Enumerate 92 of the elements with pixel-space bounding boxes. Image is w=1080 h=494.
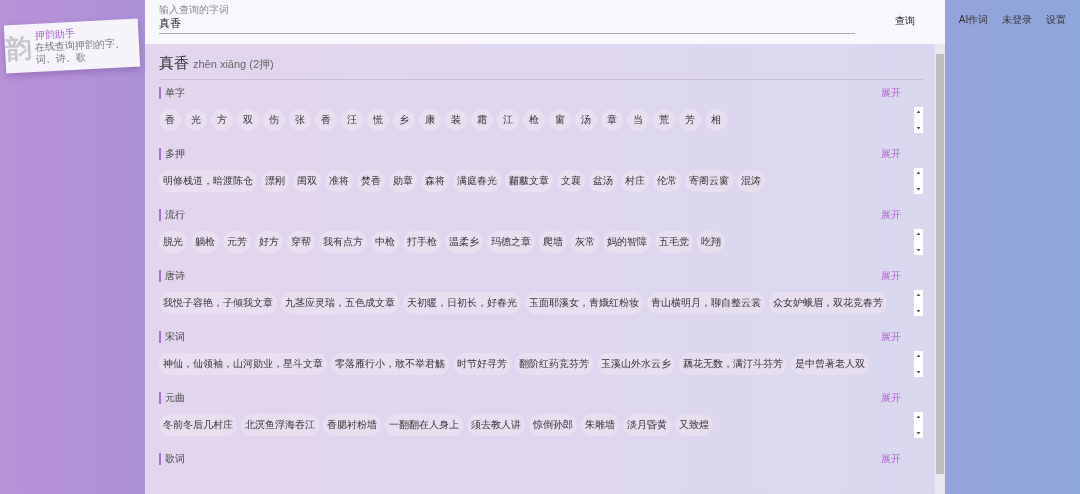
rhyme-chip[interactable]: 香 bbox=[315, 108, 337, 131]
rhyme-chip[interactable]: 江 bbox=[497, 108, 519, 131]
rhyme-chip[interactable]: 黼黻文章 bbox=[505, 169, 553, 192]
rhyme-chip[interactable]: 装 bbox=[445, 108, 467, 131]
rhyme-chip[interactable]: 翻阶红药竞芬芳 bbox=[515, 352, 593, 375]
section-title: 歌词 bbox=[159, 452, 185, 465]
scrollbar[interactable] bbox=[935, 44, 945, 494]
section-title: 流行 bbox=[159, 208, 185, 221]
rhyme-chip[interactable]: 朱雕墙 bbox=[581, 413, 619, 436]
section-title: 单字 bbox=[159, 86, 185, 99]
section-title: 宋词 bbox=[159, 330, 185, 343]
rhyme-chip[interactable]: 是中曾著老人双 bbox=[791, 352, 869, 375]
rhyme-chip[interactable]: 冬前冬后几村庄 bbox=[159, 413, 237, 436]
rhyme-chip[interactable]: 森将 bbox=[421, 169, 449, 192]
rhyme-chip[interactable]: 玉面耶溪女，青娥红粉妆 bbox=[525, 291, 643, 314]
nav-link[interactable]: 未登录 bbox=[1002, 12, 1033, 27]
rhyme-chip[interactable]: 汪 bbox=[341, 108, 363, 131]
scrollbar-thumb[interactable] bbox=[936, 54, 944, 474]
rhyme-chip[interactable]: 双 bbox=[237, 108, 259, 131]
rhyme-chip[interactable]: 漂刚 bbox=[261, 169, 289, 192]
rhyme-chip[interactable]: 康 bbox=[419, 108, 441, 131]
rhyme-chip[interactable]: 伦常 bbox=[653, 169, 681, 192]
rhyme-chip[interactable]: 须去教人讲 bbox=[467, 413, 525, 436]
rhyme-chip[interactable]: 荒 bbox=[653, 108, 675, 131]
rhyme-chip[interactable]: 打手枪 bbox=[403, 230, 441, 253]
rhyme-chip[interactable]: 妈的智障 bbox=[603, 230, 651, 253]
rhyme-chip[interactable]: 盆汤 bbox=[589, 169, 617, 192]
field-label: 输入查询的字词 bbox=[159, 3, 229, 15]
rhyme-chip[interactable]: 闺双 bbox=[293, 169, 321, 192]
rhyme-chip[interactable]: 灰常 bbox=[571, 230, 599, 253]
rhyme-chip[interactable]: 淡月昏黄 bbox=[623, 413, 671, 436]
rhyme-chip[interactable]: 窗 bbox=[549, 108, 571, 131]
rhyme-chip[interactable]: 香 bbox=[159, 108, 181, 131]
rhyme-chip[interactable]: 寄阁云窗 bbox=[685, 169, 733, 192]
rhyme-chip[interactable]: 我悦子容艳，子倾我文章 bbox=[159, 291, 277, 314]
rhyme-chip[interactable]: 混涛 bbox=[737, 169, 765, 192]
rhyme-chip[interactable]: 村庄 bbox=[621, 169, 649, 192]
rhyme-chip[interactable]: 张 bbox=[289, 108, 311, 131]
rhyme-chip[interactable]: 神仙，仙领袖，山河勋业，星斗文章 bbox=[159, 352, 327, 375]
app-title: 押韵助手 bbox=[34, 26, 76, 41]
rhyme-chip[interactable]: 青山横明月，聊自整云裳 bbox=[647, 291, 765, 314]
nav-link[interactable]: AI作词 bbox=[958, 12, 989, 27]
rhyme-chip[interactable]: 脱光 bbox=[159, 230, 187, 253]
section-title: 多押 bbox=[159, 147, 185, 160]
rhyme-chip[interactable]: 芳 bbox=[679, 108, 701, 131]
rhyme-chip[interactable]: 天初暖，日初长，好春光 bbox=[403, 291, 521, 314]
rhyme-chip[interactable]: 慌 bbox=[367, 108, 389, 131]
rhyme-chip[interactable]: 时节好寻芳 bbox=[453, 352, 511, 375]
rhyme-chip[interactable]: 满庭春光 bbox=[453, 169, 501, 192]
rhyme-chip[interactable]: 温柔乡 bbox=[445, 230, 483, 253]
rhyme-chip[interactable]: 吃翔 bbox=[697, 230, 725, 253]
rhyme-chip[interactable]: 惊倒孙郎 bbox=[529, 413, 577, 436]
rhyme-chip[interactable]: 焚香 bbox=[357, 169, 385, 192]
rhyme-chip[interactable]: 准将 bbox=[325, 169, 353, 192]
rhyme-chip[interactable]: 九茎应灵瑞，五色成文章 bbox=[281, 291, 399, 314]
rhyme-chip[interactable]: 光 bbox=[185, 108, 207, 131]
rhyme-chip[interactable]: 相 bbox=[705, 108, 727, 131]
result-pinyin: zhēn xiāng (2押) bbox=[193, 57, 274, 72]
rhyme-chip[interactable]: 枪 bbox=[523, 108, 545, 131]
nav-link[interactable]: 设置 bbox=[1046, 12, 1067, 27]
section-title: 唐诗 bbox=[159, 269, 185, 282]
search-field[interactable]: 真香 bbox=[159, 14, 855, 34]
rhyme-chip[interactable]: 中枪 bbox=[371, 230, 399, 253]
rhyme-chip[interactable]: 穿帮 bbox=[287, 230, 315, 253]
rhyme-chip[interactable]: 香腮衬粉墙 bbox=[323, 413, 381, 436]
rhyme-chip[interactable]: 元芳 bbox=[223, 230, 251, 253]
rhyme-chip[interactable]: 伤 bbox=[263, 108, 285, 131]
rhyme-chip[interactable]: 霜 bbox=[471, 108, 493, 131]
rhyme-chip[interactable]: 我有点方 bbox=[319, 230, 367, 253]
rhyme-chip[interactable]: 明修栈道，暗渡陈仓 bbox=[159, 169, 257, 192]
rhyme-chip[interactable]: 又致煌 bbox=[675, 413, 713, 436]
rhyme-chip[interactable]: 五毛党 bbox=[655, 230, 693, 253]
rhyme-chip[interactable]: 汤 bbox=[575, 108, 597, 131]
rhyme-chip[interactable]: 零落雁行小，敢不举君觞 bbox=[331, 352, 449, 375]
rhyme-chip[interactable]: 好方 bbox=[255, 230, 283, 253]
rhyme-chip[interactable]: 玛德之章 bbox=[487, 230, 535, 253]
rhyme-chip[interactable]: 勋章 bbox=[389, 169, 417, 192]
rhyme-chip[interactable]: 藕花无数，满汀斗芬芳 bbox=[679, 352, 787, 375]
rhyme-chip[interactable]: 躺枪 bbox=[191, 230, 219, 253]
query-button[interactable]: 查询 bbox=[875, 9, 935, 32]
rhyme-chip[interactable]: 当 bbox=[627, 108, 649, 131]
rhyme-chip[interactable]: 玉溪山外水云乡 bbox=[597, 352, 675, 375]
rhyme-chip[interactable]: 方 bbox=[211, 108, 233, 131]
rhyme-chip[interactable]: 章 bbox=[601, 108, 623, 131]
section-title: 元曲 bbox=[159, 391, 185, 404]
rhyme-chip[interactable]: 爬墙 bbox=[539, 230, 567, 253]
rhyme-chip[interactable]: 乡 bbox=[393, 108, 415, 131]
rhyme-chip[interactable]: 一翻翻在人身上 bbox=[385, 413, 463, 436]
rhyme-chip[interactable]: 北溟鱼浮海吞江 bbox=[241, 413, 319, 436]
rhyme-chip[interactable]: 众女妒蛾眉，双花竞春芳 bbox=[769, 291, 887, 314]
result-word: 真香 bbox=[159, 53, 189, 73]
rhyme-chip[interactable]: 文襄 bbox=[557, 169, 585, 192]
